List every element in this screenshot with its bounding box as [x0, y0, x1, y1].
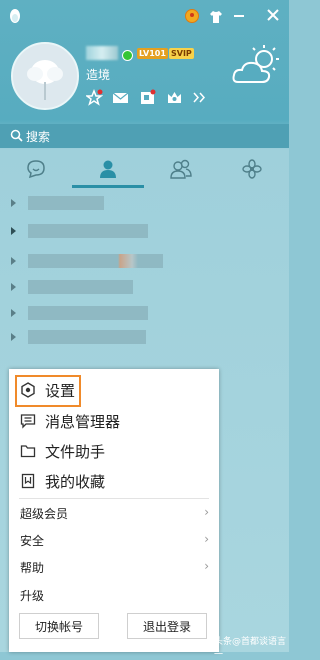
- title-bar: [0, 0, 289, 34]
- logout-button[interactable]: 退出登录: [127, 613, 207, 639]
- menu-item-file-assistant[interactable]: 文件助手: [9, 436, 219, 466]
- penguin-logo-icon: [10, 9, 20, 23]
- medal-icon[interactable]: [185, 9, 199, 23]
- contact-group-row[interactable]: [0, 248, 289, 274]
- minimize-icon[interactable]: [230, 8, 248, 26]
- switch-account-button[interactable]: 切换帐号: [19, 613, 99, 639]
- watermark: 头条@首都谈语言一: [214, 637, 287, 660]
- search-icon: [10, 129, 23, 142]
- menu-item-message-manager[interactable]: 消息管理器: [9, 406, 219, 436]
- search-bar[interactable]: 搜索: [0, 124, 289, 148]
- chevron-right-icon: ›: [204, 532, 209, 546]
- qzone-icon[interactable]: [139, 89, 156, 106]
- blurred-group-name: [28, 280, 133, 294]
- person-icon: [100, 160, 116, 178]
- menu-item-upgrade[interactable]: 升级: [9, 581, 219, 607]
- more-plugins-icon[interactable]: [191, 89, 208, 106]
- collapse-arrow-icon: [11, 333, 16, 341]
- message-manager-icon: [20, 414, 36, 429]
- blurred-group-name: [28, 196, 104, 210]
- weather-partly-cloudy-icon[interactable]: [232, 44, 280, 86]
- menu-item-favorites[interactable]: 我的收藏: [9, 466, 219, 496]
- contact-group-row[interactable]: [0, 218, 289, 244]
- active-tab-indicator: [72, 185, 144, 188]
- nickname-blurred: [86, 46, 118, 60]
- blurred-group-name: [28, 330, 146, 344]
- menu-item-label: 文件助手: [45, 443, 106, 461]
- menu-item-label: 我的收藏: [45, 473, 106, 491]
- menu-item-help[interactable]: 帮助 ›: [9, 553, 219, 579]
- contact-group-row[interactable]: [0, 300, 289, 326]
- collapse-arrow-icon: [11, 257, 16, 265]
- folder-icon: [20, 445, 36, 458]
- search-input[interactable]: 搜索: [26, 128, 50, 145]
- collapse-arrow-icon: [11, 227, 16, 235]
- tab-groups[interactable]: [144, 150, 216, 188]
- menu-item-label: 消息管理器: [45, 413, 121, 431]
- blurred-group-name: [28, 306, 148, 320]
- online-status-icon[interactable]: [122, 50, 133, 61]
- menu-item-super-vip[interactable]: 超级会员 ›: [9, 499, 219, 525]
- chevron-right-icon: ›: [204, 559, 209, 573]
- flower-icon: [242, 159, 262, 179]
- menu-item-security[interactable]: 安全 ›: [9, 526, 219, 552]
- settings-highlight-box: [15, 375, 81, 407]
- contact-group-row[interactable]: [0, 274, 289, 300]
- tab-contacts[interactable]: [72, 150, 144, 188]
- main-tabs: [0, 150, 289, 188]
- menu-item-label: 超级会员: [20, 507, 69, 521]
- chat-bubble-icon: [27, 160, 45, 179]
- menu-item-label: 安全: [20, 534, 45, 548]
- blurred-group-name: [28, 224, 148, 238]
- chevron-right-icon: ›: [204, 505, 209, 519]
- avatar[interactable]: [11, 42, 79, 110]
- crown-icon[interactable]: [166, 89, 183, 106]
- contact-group-row[interactable]: [0, 324, 289, 350]
- level-badge[interactable]: LV101: [137, 48, 168, 59]
- contact-group-row[interactable]: [0, 190, 289, 216]
- star-plugin-icon[interactable]: [86, 89, 103, 106]
- tab-messages[interactable]: [0, 150, 72, 188]
- collapse-arrow-icon: [11, 309, 16, 317]
- close-icon[interactable]: [264, 8, 282, 26]
- bookmark-icon: [21, 473, 35, 489]
- group-icon: [170, 159, 192, 179]
- collapse-arrow-icon: [11, 199, 16, 207]
- menu-item-label: 升级: [20, 589, 45, 603]
- skin-shirt-icon[interactable]: [207, 8, 225, 26]
- collapse-arrow-icon: [11, 283, 16, 291]
- main-menu: 设置 消息管理器 文件助手 我的收藏 超级会员 › 安全 › 帮助 › 升级 切…: [9, 369, 219, 652]
- signature[interactable]: 造境: [86, 66, 110, 83]
- qq-main-panel: LV101 SVIP 造境 搜索 设置 消息管理器 文件助手 我的收藏 超级会员…: [0, 0, 289, 660]
- menu-item-label: 帮助: [20, 561, 45, 575]
- svip-badge[interactable]: SVIP: [169, 48, 194, 59]
- tab-apps[interactable]: [216, 150, 288, 188]
- blurred-group-name: [28, 254, 163, 268]
- mail-icon[interactable]: [112, 89, 129, 106]
